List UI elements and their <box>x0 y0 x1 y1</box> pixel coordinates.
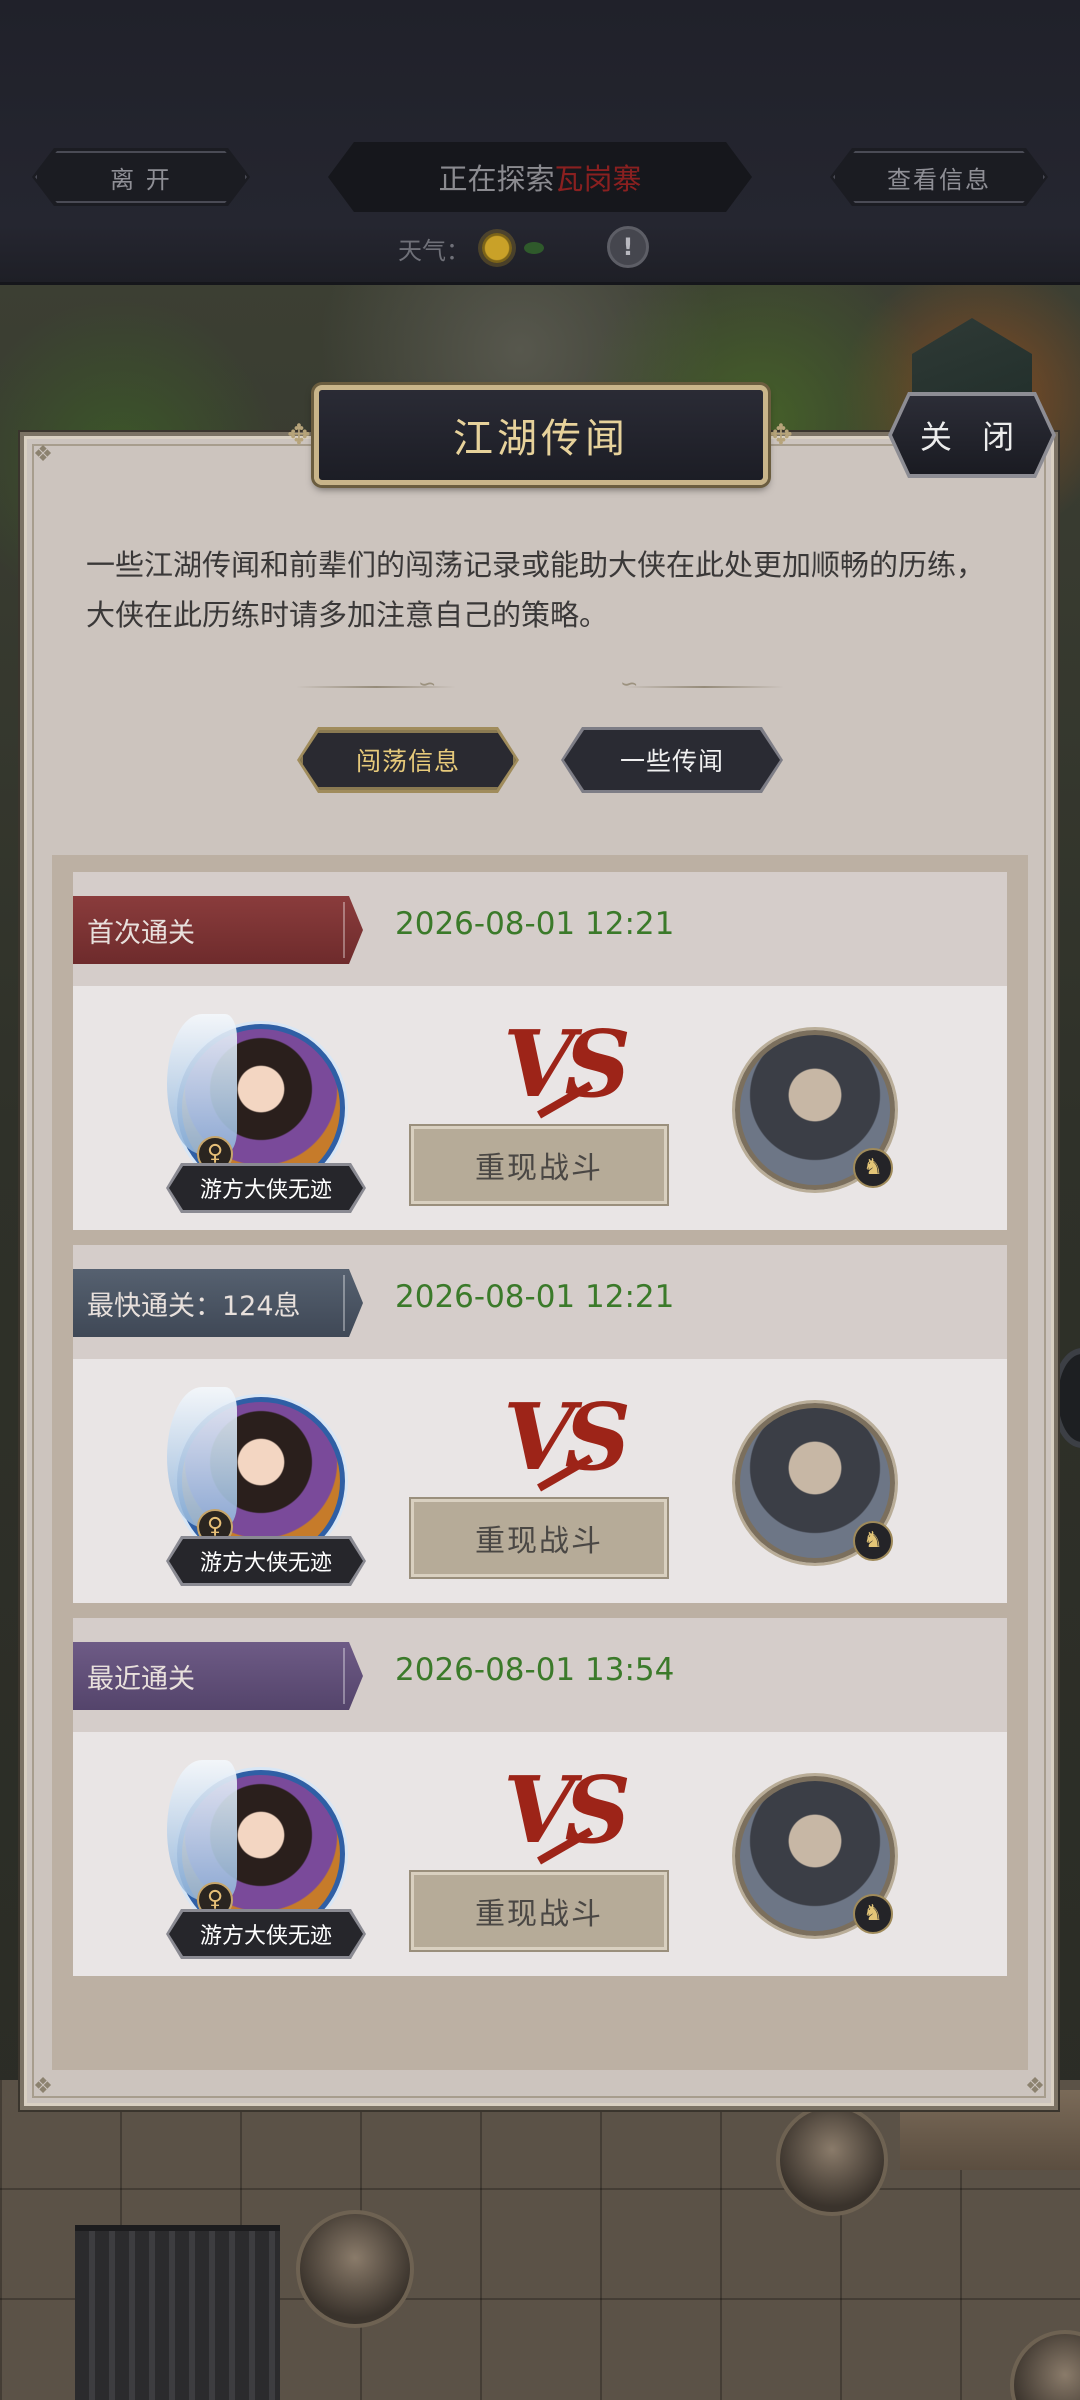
record-body: ♀ 游方大侠无迹 VS 重现战斗 ♞ <box>73 986 1007 1230</box>
exploring-banner: 正在探索 瓦岗寨 <box>328 142 752 212</box>
replay-battle-label: 重现战斗 <box>475 1897 603 1932</box>
replay-battle-button[interactable]: 重现战斗 <box>411 1499 667 1577</box>
tab-adventure-info-label: 闯荡信息 <box>355 747 460 776</box>
sun-icon <box>482 233 512 263</box>
record-badge-label: 首次通关 <box>87 917 195 949</box>
record-badge: 最近通关 <box>73 1642 363 1710</box>
alert-icon[interactable]: ! <box>607 226 649 268</box>
title-ornament-right: ✥ <box>769 418 793 451</box>
modal-description: 一些江湖传闻和前辈们的闯荡记录或能助大侠在此处更加顺畅的历练，大侠在此历练时请多… <box>86 548 986 632</box>
record-header: 首次通关 2026-08-01 12:21 <box>73 872 1007 986</box>
boss-badge-icon: ♞ <box>853 1521 893 1561</box>
divider-swirl-left: ∽ <box>418 672 437 697</box>
title-ornament-left: ✥ <box>287 418 311 451</box>
hero-name: 游方大侠无迹 <box>199 1551 332 1576</box>
modal-title-text: 江湖传闻 <box>453 416 629 462</box>
hero-name-plate: 游方大侠无迹 <box>169 1912 363 1956</box>
record-header: 最近通关 2026-08-01 13:54 <box>73 1618 1007 1732</box>
wave-frame-icon <box>167 1760 237 1900</box>
record-card: 首次通关 2026-08-01 12:21 ♀ 游方大侠无迹 VS 重现战斗 ♞ <box>73 872 1007 1230</box>
wave-frame-icon <box>167 1014 237 1154</box>
corner-ornament: ❖ <box>33 2074 53 2099</box>
record-time: 2026-08-01 13:54 <box>395 1652 675 1688</box>
divider-right <box>624 686 784 688</box>
record-time: 2026-08-01 12:21 <box>395 906 675 942</box>
boss-badge-icon: ♞ <box>853 1894 893 1934</box>
record-badge-label: 最快通关：124息 <box>87 1290 301 1322</box>
close-button-label: 关 闭 <box>919 418 1025 456</box>
tab-adventure-info[interactable]: 闯荡信息 <box>300 730 516 790</box>
replay-battle-button[interactable]: 重现战斗 <box>411 1126 667 1204</box>
view-info-label: 查看信息 <box>887 165 991 194</box>
alert-icon-glyph: ! <box>622 233 634 261</box>
tab-some-rumors-label: 一些传闻 <box>619 747 724 776</box>
hero-name: 游方大侠无迹 <box>199 1178 332 1203</box>
hero-name-plate: 游方大侠无迹 <box>169 1166 363 1210</box>
wave-frame-icon <box>167 1387 237 1527</box>
record-time: 2026-08-01 12:21 <box>395 1279 675 1315</box>
record-body: ♀ 游方大侠无迹 VS 重现战斗 ♞ <box>73 1359 1007 1603</box>
replay-battle-label: 重现战斗 <box>475 1151 603 1186</box>
record-body: ♀ 游方大侠无迹 VS 重现战斗 ♞ <box>73 1732 1007 1976</box>
record-card: 最近通关 2026-08-01 13:54 ♀ 游方大侠无迹 VS 重现战斗 ♞ <box>73 1618 1007 1976</box>
modal-title: 江湖传闻 <box>314 385 768 485</box>
divider-swirl-right: ∽ <box>620 672 639 697</box>
weather-indicator: 天气： <box>398 228 544 268</box>
hero-name-plate: 游方大侠无迹 <box>169 1539 363 1583</box>
view-info-button[interactable]: 查看信息 <box>830 148 1048 206</box>
record-badge: 首次通关 <box>73 896 363 964</box>
weather-label: 天气： <box>398 236 470 265</box>
record-badge-label: 最近通关 <box>87 1663 195 1695</box>
leave-button[interactable]: 离 开 <box>32 148 250 206</box>
boss-badge-icon: ♞ <box>853 1148 893 1188</box>
hero-name: 游方大侠无迹 <box>199 1924 332 1949</box>
record-header: 最快通关：124息 2026-08-01 12:21 <box>73 1245 1007 1359</box>
map-npc-token[interactable] <box>776 2104 888 2216</box>
corner-ornament: ❖ <box>1025 2074 1045 2099</box>
leave-button-label: 离 开 <box>110 165 172 194</box>
leaf-icon <box>524 242 544 254</box>
map-roof <box>75 2225 280 2400</box>
tab-some-rumors[interactable]: 一些传闻 <box>564 730 780 790</box>
record-card: 最快通关：124息 2026-08-01 12:21 ♀ 游方大侠无迹 VS 重… <box>73 1245 1007 1603</box>
close-button[interactable]: 关 闭 <box>892 396 1052 474</box>
replay-battle-button[interactable]: 重现战斗 <box>411 1872 667 1950</box>
top-bar: 离 开 正在探索 瓦岗寨 查看信息 天气： ! <box>0 0 1080 285</box>
record-badge: 最快通关：124息 <box>73 1269 363 1337</box>
map-npc-token[interactable] <box>296 2210 414 2328</box>
corner-ornament: ❖ <box>33 442 53 467</box>
exploring-place: 瓦岗寨 <box>554 162 642 196</box>
exploring-prefix: 正在探索 <box>438 162 555 196</box>
replay-battle-label: 重现战斗 <box>475 1524 603 1559</box>
